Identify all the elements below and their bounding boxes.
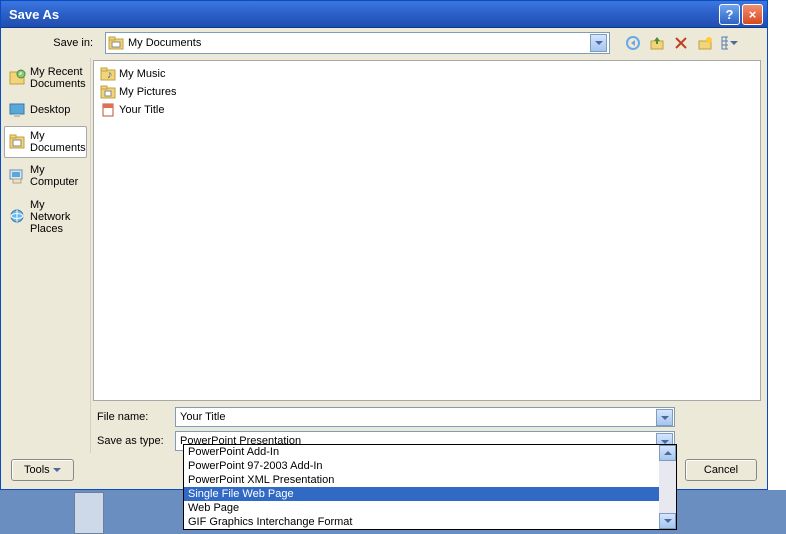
scroll-up-button[interactable] (659, 445, 676, 461)
sidebar-item-label: Desktop (30, 104, 70, 116)
savein-row: Save in: My Documents (1, 28, 767, 58)
scroll-down-button[interactable] (659, 513, 676, 529)
documents-icon (7, 132, 27, 152)
views-icon[interactable] (720, 34, 738, 52)
file-label: My Music (119, 68, 165, 80)
places-sidebar: My Recent Documents Desktop My Documents… (1, 58, 91, 453)
pictures-folder-icon (100, 84, 116, 100)
option-item[interactable]: PowerPoint 97-2003 Add-In (184, 459, 676, 473)
toolbar (624, 34, 738, 52)
savein-dropdown[interactable]: My Documents (105, 32, 610, 54)
list-item[interactable]: ♪ My Music (98, 65, 756, 83)
background-strip (74, 492, 104, 534)
titlebar-buttons: ? × (719, 4, 763, 25)
titlebar: Save As ? × (1, 1, 767, 28)
up-icon[interactable] (648, 34, 666, 52)
filename-value: Your Title (180, 411, 225, 423)
sidebar-item-label: My Documents (30, 130, 86, 154)
filename-label: File name: (91, 411, 171, 423)
option-item[interactable]: GIF Graphics Interchange Format (184, 515, 676, 529)
scrollbar-track[interactable] (659, 461, 676, 513)
sidebar-item-computer[interactable]: My Computer (4, 160, 87, 192)
chevron-down-icon[interactable] (656, 409, 673, 426)
option-item[interactable]: Web Page (184, 501, 676, 515)
folder-icon (108, 35, 124, 51)
recent-icon (7, 68, 27, 88)
network-icon (7, 207, 27, 227)
option-item[interactable]: PowerPoint XML Presentation (184, 473, 676, 487)
tools-label: Tools (24, 464, 50, 476)
list-item[interactable]: My Pictures (98, 83, 756, 101)
close-button[interactable]: × (742, 4, 763, 25)
sidebar-item-network[interactable]: My Network Places (4, 195, 87, 239)
sidebar-item-label: My Computer (30, 164, 84, 188)
new-folder-icon[interactable] (696, 34, 714, 52)
back-icon[interactable] (624, 34, 642, 52)
savein-value: My Documents (128, 37, 201, 49)
help-button[interactable]: ? (719, 4, 740, 25)
cancel-label: Cancel (704, 464, 738, 476)
savetype-options-list[interactable]: PowerPoint Add-In PowerPoint 97-2003 Add… (183, 444, 677, 530)
file-label: Your Title (119, 104, 164, 116)
computer-icon (7, 166, 27, 186)
main-area: My Recent Documents Desktop My Documents… (1, 58, 767, 453)
cancel-button[interactable]: Cancel (685, 459, 757, 481)
list-item[interactable]: Your Title (98, 101, 756, 119)
desktop-icon (7, 100, 27, 120)
option-item[interactable]: PowerPoint Add-In (184, 445, 676, 459)
option-item[interactable]: Single File Web Page (184, 487, 676, 501)
chevron-down-icon[interactable] (590, 34, 607, 52)
file-label: My Pictures (119, 86, 176, 98)
savein-label: Save in: (9, 37, 99, 49)
sidebar-item-documents[interactable]: My Documents (4, 126, 87, 158)
filename-input[interactable]: Your Title (175, 407, 675, 427)
delete-icon[interactable] (672, 34, 690, 52)
dialog-title: Save As (5, 7, 719, 22)
sidebar-item-recent[interactable]: My Recent Documents (4, 62, 87, 94)
tools-button[interactable]: Tools (11, 459, 74, 481)
sidebar-item-desktop[interactable]: Desktop (4, 96, 87, 124)
svg-text:♪: ♪ (107, 69, 113, 81)
ppt-file-icon (100, 102, 116, 118)
sidebar-item-label: My Network Places (30, 199, 84, 235)
music-folder-icon: ♪ (100, 66, 116, 82)
sidebar-item-label: My Recent Documents (30, 66, 86, 90)
chevron-down-icon (53, 468, 61, 472)
file-list[interactable]: ♪ My Music My Pictures Your Title (93, 60, 761, 401)
savetype-label: Save as type: (91, 435, 171, 447)
save-as-dialog: Save As ? × Save in: My Documents My Rec (0, 0, 768, 490)
